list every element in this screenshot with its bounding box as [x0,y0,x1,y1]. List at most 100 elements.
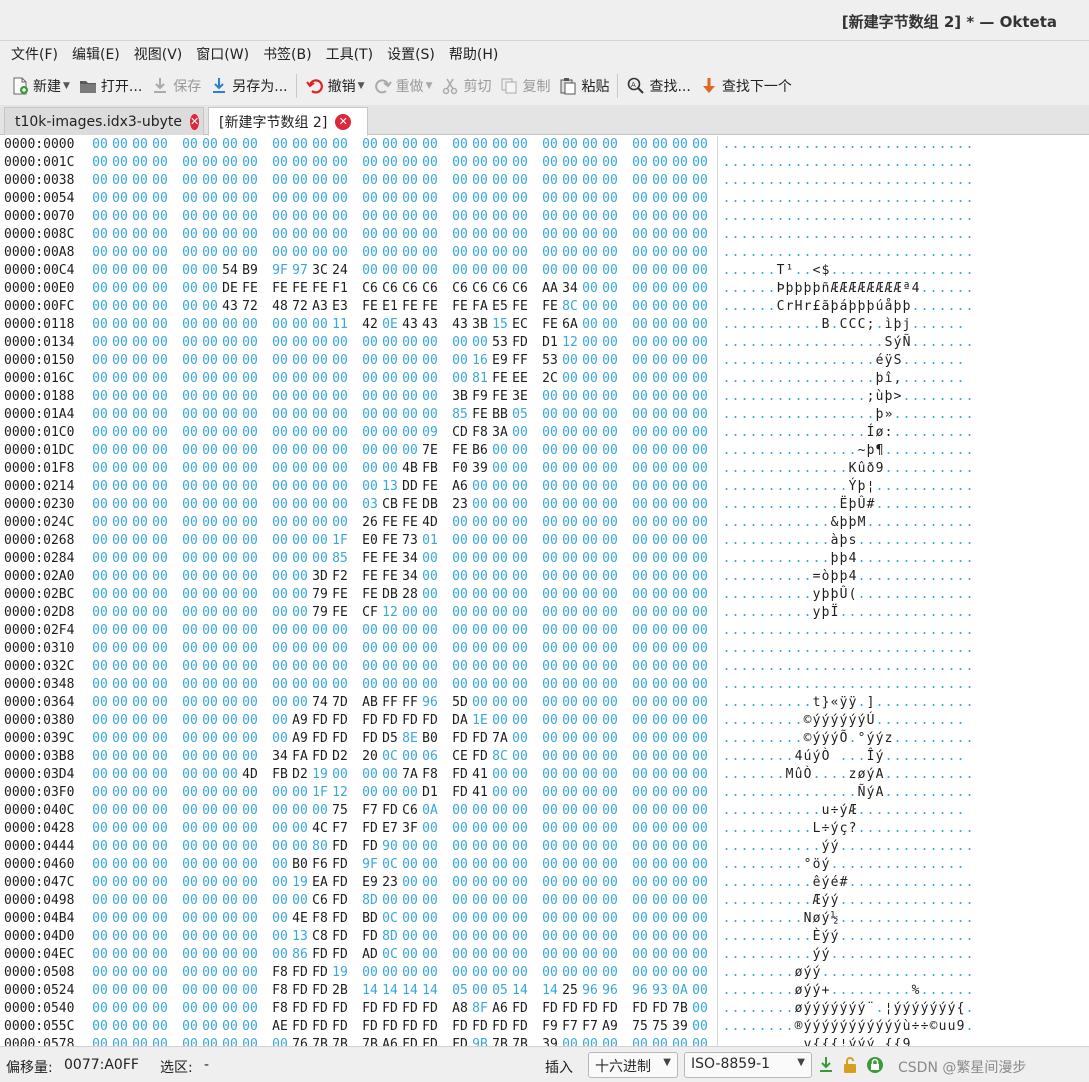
ascii-char[interactable]: ý [857,1036,866,1046]
ascii-char[interactable]: . [722,928,731,946]
hex-byte[interactable]: 00 [540,136,560,154]
hex-byte[interactable]: 00 [90,964,110,982]
ascii-char[interactable]: . [803,532,812,550]
ascii-char[interactable]: . [911,676,920,694]
hex-byte[interactable]: 00 [270,496,290,514]
hex-byte[interactable]: 00 [240,154,260,172]
ascii-char[interactable]: . [794,406,803,424]
hex-byte[interactable]: 00 [670,208,690,226]
ascii-char[interactable]: . [884,658,893,676]
hex-byte[interactable]: 00 [380,460,400,478]
hex-byte[interactable]: 00 [650,334,670,352]
hex-byte[interactable]: 00 [690,676,710,694]
ascii-char[interactable]: . [785,226,794,244]
hex-byte[interactable]: 00 [180,388,200,406]
hex-byte[interactable]: 00 [490,928,510,946]
hex-byte[interactable]: 00 [130,514,150,532]
ascii-char[interactable]: . [884,550,893,568]
hex-byte[interactable]: 00 [510,946,530,964]
ascii-char[interactable]: . [722,208,731,226]
ascii-char[interactable]: . [893,172,902,190]
ascii-char[interactable]: . [722,1036,731,1046]
hex-byte[interactable]: 00 [400,136,420,154]
ascii-char[interactable]: . [731,730,740,748]
hex-byte[interactable]: 00 [600,172,620,190]
hex-byte[interactable]: 00 [690,928,710,946]
hex-byte[interactable]: 00 [690,964,710,982]
ascii-char[interactable]: . [857,604,866,622]
hex-byte[interactable]: 00 [290,226,310,244]
ascii-char[interactable]: . [947,604,956,622]
hex-byte[interactable]: 00 [330,622,350,640]
hex-byte[interactable]: 00 [290,622,310,640]
hex-byte[interactable]: 00 [690,658,710,676]
ascii-char[interactable]: . [767,244,776,262]
hex-byte[interactable]: 19 [310,766,330,784]
ascii-char[interactable]: . [731,838,740,856]
hex-byte[interactable]: 00 [490,802,510,820]
hex-byte[interactable]: 00 [670,460,690,478]
new-button[interactable]: 新建 [6,71,65,101]
ascii-char[interactable]: . [758,190,767,208]
hex-byte[interactable]: FD [400,1036,420,1046]
hex-byte[interactable]: F9 [540,1018,560,1036]
ascii-char[interactable]: . [866,964,875,982]
hex-byte[interactable]: C6 [360,280,380,298]
hex-byte[interactable]: FD [450,1036,470,1046]
ascii-char[interactable]: . [767,280,776,298]
hex-byte[interactable]: FD [560,1000,580,1018]
ascii-char[interactable]: . [758,460,767,478]
ascii-char[interactable]: . [830,352,839,370]
ascii-char[interactable]: ý [947,1000,956,1018]
ascii-char[interactable]: . [812,838,821,856]
hex-byte[interactable]: 00 [110,370,130,388]
ascii-char[interactable]: . [776,568,785,586]
hex-byte[interactable]: 00 [510,190,530,208]
hex-byte[interactable]: 00 [110,964,130,982]
ascii-char[interactable]: . [794,892,803,910]
ascii-char[interactable]: 4 [848,568,857,586]
ascii-char[interactable]: . [749,568,758,586]
ascii-char[interactable]: ý [830,1018,839,1036]
ascii-char[interactable]: . [803,514,812,532]
ascii-char[interactable]: . [866,982,875,1000]
hex-byte[interactable]: F0 [450,460,470,478]
hex-byte[interactable]: 00 [510,262,530,280]
ascii-char[interactable]: . [731,190,740,208]
ascii-char[interactable]: . [929,586,938,604]
ascii-char[interactable]: . [956,370,965,388]
hex-byte[interactable]: 00 [220,586,240,604]
ascii-char[interactable]: . [839,352,848,370]
hex-byte[interactable]: 00 [110,1000,130,1018]
hex-byte[interactable]: 00 [220,892,240,910]
ascii-char[interactable]: . [767,262,776,280]
hex-byte[interactable]: 00 [560,586,580,604]
hex-byte[interactable]: 00 [600,442,620,460]
ascii-char[interactable]: . [884,514,893,532]
ascii-char[interactable]: . [857,334,866,352]
ascii-char[interactable]: þ [884,388,893,406]
ascii-char[interactable]: . [722,964,731,982]
hex-byte[interactable]: F2 [330,568,350,586]
ascii-char[interactable]: . [776,190,785,208]
hex-byte[interactable]: 00 [270,226,290,244]
hex-byte[interactable]: 23 [380,874,400,892]
hex-byte[interactable]: 00 [150,190,170,208]
ascii-char[interactable]: . [956,568,965,586]
ascii-char[interactable]: ý [812,1018,821,1036]
ascii-char[interactable]: . [812,442,821,460]
ascii-char[interactable]: . [785,316,794,334]
hex-byte[interactable]: 00 [110,820,130,838]
hex-byte[interactable]: 00 [690,478,710,496]
ascii-char[interactable]: . [767,190,776,208]
hex-byte[interactable]: 00 [130,928,150,946]
hex-byte[interactable]: 00 [490,820,510,838]
hex-byte[interactable]: 00 [180,496,200,514]
ascii-char[interactable]: . [875,154,884,172]
hex-byte[interactable]: 9F [360,856,380,874]
hex-byte[interactable]: 00 [310,676,330,694]
ascii-char[interactable]: . [830,946,839,964]
hex-byte[interactable]: AD [360,946,380,964]
ascii-char[interactable]: . [812,496,821,514]
hex-byte[interactable]: 00 [380,352,400,370]
